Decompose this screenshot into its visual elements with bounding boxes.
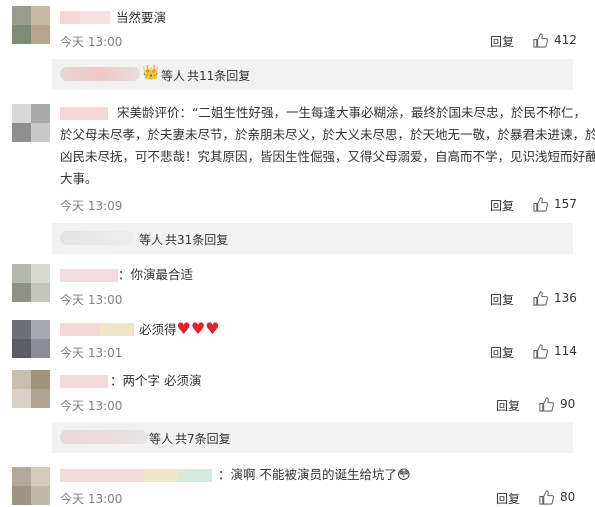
- comment-text: 当然要演: [116, 10, 167, 25]
- heart-icon: ♥♥♥: [176, 319, 220, 338]
- avatar[interactable]: [12, 320, 50, 358]
- sub-replies-prefix: 等人: [161, 69, 186, 83]
- comment-item: ：演啊 不能被演员的诞生给坑了😳 今天 13:00 回复 80: [0, 462, 595, 507]
- thumbs-up-icon[interactable]: [539, 397, 554, 412]
- sub-replies-count-link[interactable]: 共31条回复: [165, 231, 228, 248]
- comment-text-line: 於父母未尽孝，於夫妻未尽节，於亲朋未尽义，於大义未尽思，於天地无一敬，於暴君未进…: [60, 127, 595, 142]
- comment-time: 今天 13:09: [60, 199, 123, 213]
- reply-button[interactable]: 回复: [490, 33, 514, 50]
- thumbs-up-icon[interactable]: [533, 344, 548, 359]
- comment-text-body: 必须得: [139, 322, 177, 337]
- sub-replies-count-link[interactable]: 共7条回复: [175, 430, 231, 447]
- sub-replies-count-link[interactable]: 共11条回复: [187, 67, 250, 84]
- username-blurred[interactable]: [60, 11, 110, 24]
- comment-item: 必须得♥♥♥ 今天 13:01 回复 114: [0, 315, 595, 365]
- crown-icon: 👑: [142, 65, 160, 81]
- username-blurred[interactable]: [60, 375, 108, 388]
- like-count: 80: [560, 490, 576, 504]
- comment-time: 今天 13:01: [60, 346, 123, 360]
- reply-button[interactable]: 回复: [496, 490, 520, 507]
- shy-face-icon: 😳: [396, 468, 411, 483]
- like-count: 114: [554, 344, 577, 358]
- thumbs-up-icon[interactable]: [533, 291, 548, 306]
- comment-item: ：你演最合适 今天 13:00 回复 136: [0, 262, 595, 312]
- avatar[interactable]: [12, 6, 50, 44]
- avatar[interactable]: [12, 370, 50, 408]
- comment-text: ：演啊 不能被演员的诞生给坑了😳: [218, 464, 583, 487]
- avatar[interactable]: [12, 104, 50, 142]
- reply-button[interactable]: 回复: [496, 397, 520, 414]
- reply-button[interactable]: 回复: [490, 344, 514, 361]
- comment-text-line: 宋美龄评价：“二姐生性好强，一生每逢大事必糊涂，最终於国未尽忠，於民不称仁，: [117, 105, 586, 120]
- comment-text-line: 凶民未尽抚，可不悲哉！究其原因，皆因生性倔强，又得父母溺爱，自高而不学，见识浅短…: [60, 149, 595, 164]
- reply-button[interactable]: 回复: [490, 197, 514, 214]
- like-count: 136: [554, 291, 577, 305]
- like-count: 90: [560, 397, 576, 411]
- comment-text: 必须得♥♥♥: [139, 318, 583, 341]
- comment-item: ：两个字 必须演 今天 13:00 回复 90: [0, 368, 595, 418]
- reply-button[interactable]: 回复: [490, 291, 514, 308]
- comment-text-body: ：演啊 不能被演员的诞生给坑了: [218, 467, 397, 482]
- comment-text: ：你演最合适: [118, 267, 194, 282]
- username-blurred[interactable]: [60, 107, 108, 120]
- comment-time: 今天 13:00: [60, 399, 123, 413]
- username-blurred[interactable]: [60, 323, 134, 336]
- sub-replies-bar[interactable]: 等人 共31条回复: [52, 223, 573, 254]
- comment-time: 今天 13:00: [60, 35, 123, 49]
- thumbs-up-icon[interactable]: [533, 33, 548, 48]
- username-blurred[interactable]: [60, 469, 212, 482]
- username-blurred[interactable]: [60, 269, 118, 282]
- sub-replies-prefix: 等人: [149, 432, 174, 446]
- thumbs-up-icon[interactable]: [539, 490, 554, 505]
- like-count: 157: [554, 197, 577, 211]
- sub-replies-bar[interactable]: 👑 等人 共11条回复: [52, 59, 573, 90]
- comment-item: 当然要演 今天 13:00 回复 412: [0, 0, 595, 60]
- comment-item: 宋美龄评价：“二姐生性好强，一生每逢大事必糊涂，最终於国未尽忠，於民不称仁， 於…: [0, 98, 595, 218]
- comment-time: 今天 13:00: [60, 293, 123, 307]
- comment-text-line: 大事。: [60, 171, 98, 186]
- avatar[interactable]: [12, 467, 50, 505]
- thumbs-up-icon[interactable]: [533, 197, 548, 212]
- like-count: 412: [554, 33, 577, 47]
- sub-replies-prefix: 等人: [139, 233, 164, 247]
- sub-replies-bar[interactable]: 等人 共7条回复: [52, 422, 573, 453]
- comment-text: ：两个字 必须演: [110, 373, 202, 388]
- avatar[interactable]: [12, 264, 50, 302]
- comment-time: 今天 13:00: [60, 492, 123, 506]
